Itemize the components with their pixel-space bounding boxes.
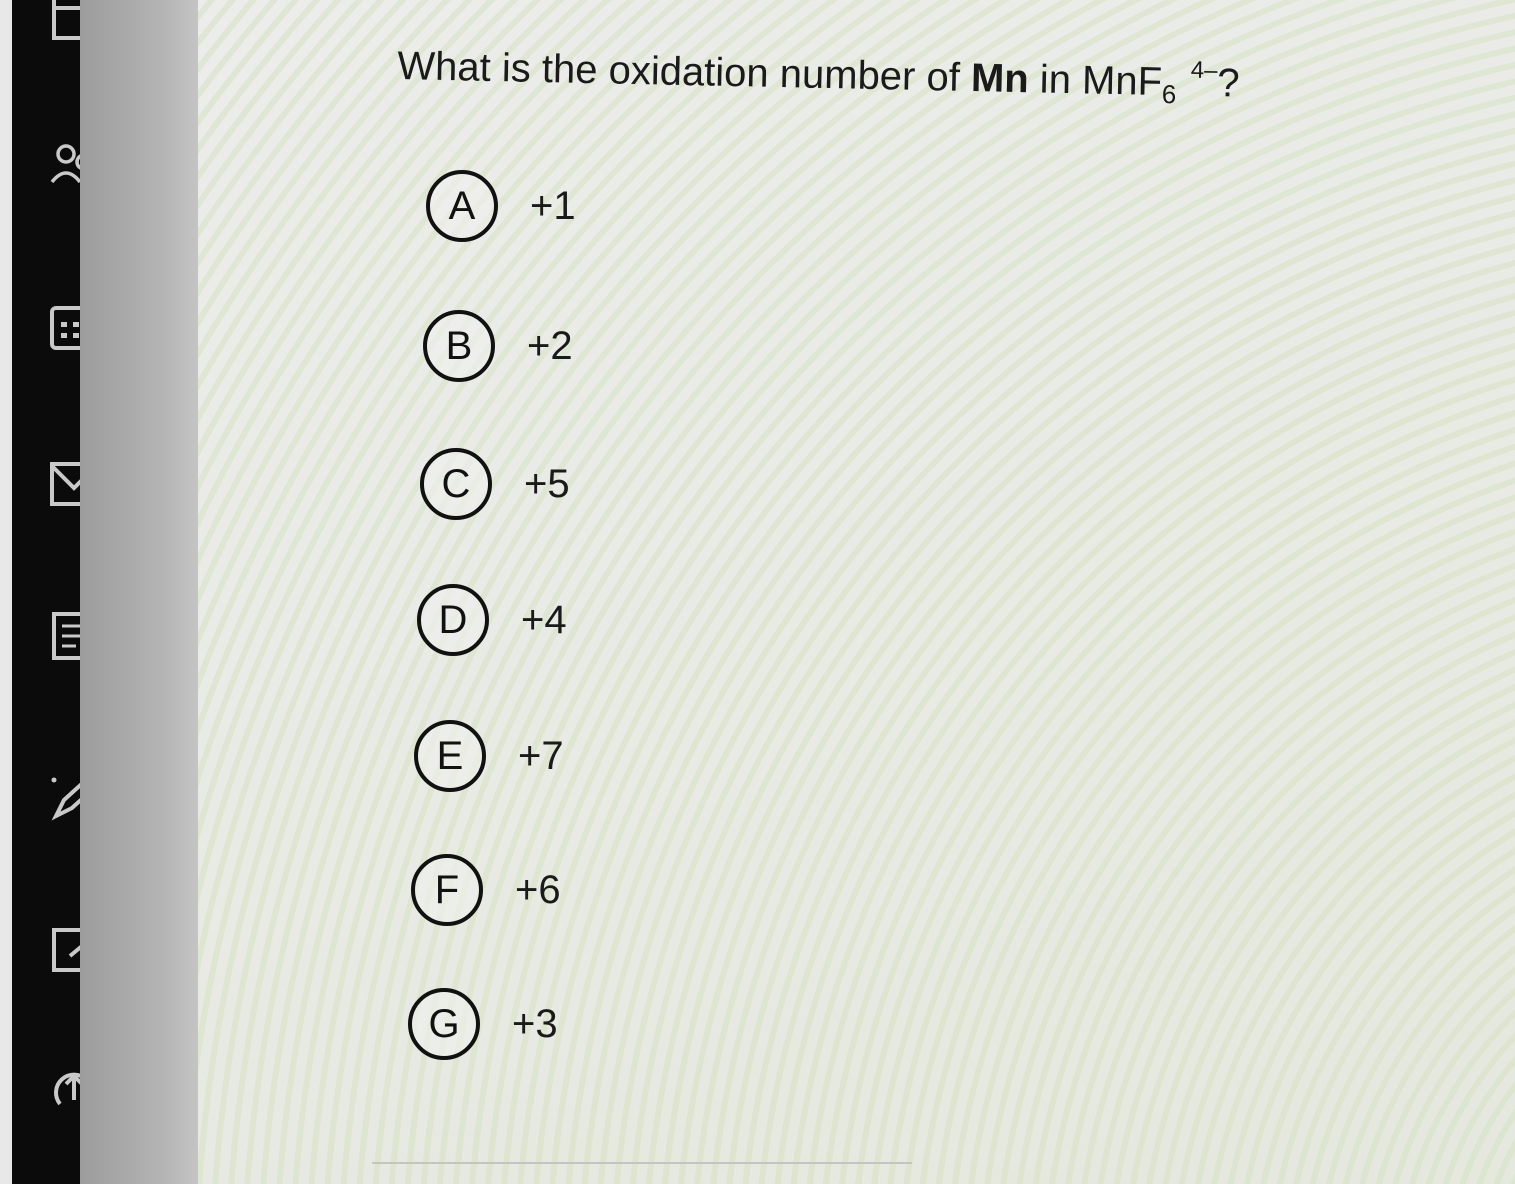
- option-d[interactable]: D +4: [417, 580, 567, 660]
- divider: [372, 1162, 912, 1164]
- option-letter-badge: D: [417, 584, 489, 656]
- option-e[interactable]: E +7: [414, 716, 564, 796]
- option-value: +3: [512, 1001, 558, 1046]
- option-letter-badge: A: [426, 170, 498, 242]
- option-value: +4: [521, 597, 567, 642]
- option-letter-badge: F: [411, 854, 483, 926]
- screen: What is the oxidation number of Mn in Mn…: [0, 0, 1515, 1184]
- option-letter-badge: G: [408, 988, 480, 1060]
- option-value: +6: [515, 867, 561, 912]
- answer-options: A +1 B +2 C +5 D +4 E +7 F +6 G +3: [0, 0, 1515, 1184]
- option-letter-badge: C: [420, 448, 492, 520]
- option-c[interactable]: C +5: [420, 444, 570, 524]
- option-value: +2: [527, 323, 573, 368]
- option-b[interactable]: B +2: [423, 306, 573, 386]
- option-a[interactable]: A +1: [426, 166, 576, 246]
- option-letter-badge: B: [423, 310, 495, 382]
- option-value: +7: [518, 733, 564, 778]
- option-f[interactable]: F +6: [411, 850, 561, 930]
- option-value: +1: [530, 183, 576, 228]
- option-value: +5: [524, 461, 570, 506]
- option-g[interactable]: G +3: [408, 984, 558, 1064]
- option-letter-badge: E: [414, 720, 486, 792]
